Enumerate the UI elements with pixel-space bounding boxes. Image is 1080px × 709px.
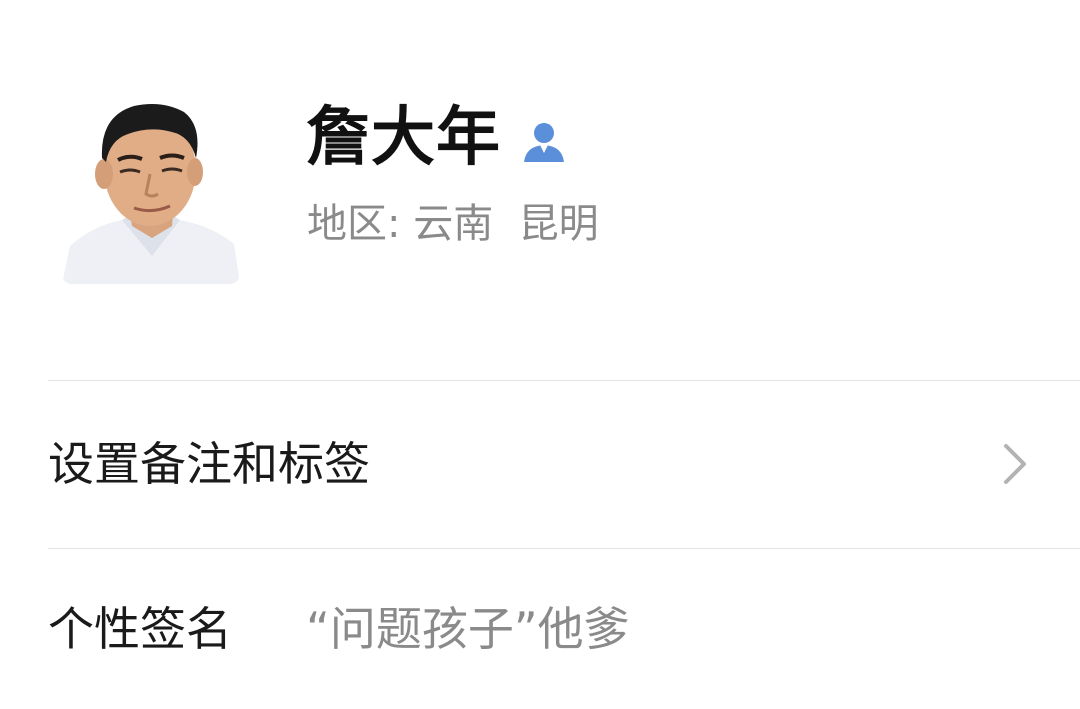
signature-row[interactable]: 个性签名 “问题孩子”他爹	[0, 549, 1080, 709]
region-province: 云南	[413, 201, 494, 247]
region-text: 地区: 云南 昆明	[307, 196, 599, 252]
set-remark-and-tags-label: 设置备注和标签	[48, 437, 370, 491]
set-remark-and-tags-row[interactable]: 设置备注和标签	[0, 381, 1080, 547]
contact-name: 詹大年	[306, 101, 501, 175]
region-city: 昆明	[518, 201, 599, 247]
region-label: 地区:	[307, 201, 401, 247]
name-row: 詹大年	[306, 98, 567, 178]
signature-label: 个性签名	[48, 602, 232, 656]
avatar-photo	[62, 96, 240, 284]
signature-value: “问题孩子”他爹	[306, 602, 630, 656]
male-user-icon	[521, 118, 567, 164]
chevron-right-icon	[1004, 444, 1026, 484]
profile-header: 詹大年 地区: 云南 昆明	[0, 0, 1080, 380]
avatar[interactable]	[62, 96, 240, 284]
